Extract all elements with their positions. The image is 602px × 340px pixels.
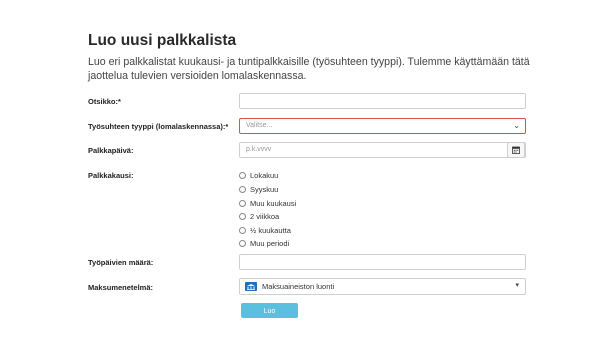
pay-period-option-label: Syyskuu — [250, 185, 279, 194]
radio-icon[interactable] — [239, 186, 246, 193]
payment-method-label: Maksumenetelmä: — [88, 283, 154, 292]
workdays-input[interactable] — [239, 254, 526, 270]
payday-placeholder: p.k.vvvv — [246, 146, 272, 153]
payment-method-select[interactable]: Maksuaineiston luonti ▾ — [239, 278, 526, 295]
pay-period-option-label: Muu periodi — [250, 239, 290, 248]
payment-method-value: Maksuaineiston luonti — [262, 282, 335, 291]
page-description: Luo eri palkkalistat kuukausi- ja tuntip… — [88, 56, 530, 82]
pay-period-option-label: 2 viikkoa — [250, 212, 280, 221]
pay-period-option-2-viikkoa[interactable]: 2 viikkoa — [239, 212, 279, 221]
radio-icon[interactable] — [239, 213, 246, 220]
radio-icon[interactable] — [239, 200, 246, 207]
bank-icon — [245, 282, 257, 291]
workdays-label: Työpäivien määrä: — [88, 258, 154, 267]
calendar-button[interactable] — [507, 142, 525, 158]
chevron-down-icon: ⌄ — [513, 121, 520, 130]
pay-period-option-label: Lokakuu — [250, 171, 279, 180]
pay-period-option-label: Muu kuukausi — [250, 199, 297, 208]
pay-period-option-half-month[interactable]: ½ kuukautta — [239, 226, 291, 235]
calendar-icon — [512, 146, 520, 154]
pay-period-option-lokakuu[interactable]: Lokakuu — [239, 171, 278, 180]
bank-glyph-icon — [247, 283, 255, 290]
pay-period-option-muu-periodi[interactable]: Muu periodi — [239, 239, 289, 248]
payday-label: Palkkapäivä: — [88, 146, 134, 155]
title-label: Otsikko:* — [88, 97, 121, 106]
pay-period-option-label: ½ kuukautta — [250, 226, 291, 235]
employment-type-placeholder: Valitse... — [246, 122, 273, 129]
employment-type-label: Työsuhteen tyyppi (lomalaskennassa):* — [88, 122, 229, 131]
title-input[interactable] — [239, 93, 526, 109]
radio-icon[interactable] — [239, 227, 246, 234]
employment-type-select[interactable]: Valitse... ⌄ — [239, 118, 526, 134]
radio-icon[interactable] — [239, 172, 246, 179]
create-payroll-button[interactable]: Luo palkkalista — [241, 303, 298, 330]
pay-period-option-muu-kuukausi[interactable]: Muu kuukausi — [239, 199, 296, 208]
page-title: Luo uusi palkkalista — [88, 32, 237, 49]
pay-period-option-syyskuu[interactable]: Syyskuu — [239, 185, 278, 194]
payday-field[interactable]: p.k.vvvv — [239, 142, 526, 158]
radio-icon[interactable] — [239, 240, 246, 247]
pay-period-label: Palkkakausi: — [88, 171, 134, 180]
caret-down-icon: ▾ — [515, 282, 519, 289]
